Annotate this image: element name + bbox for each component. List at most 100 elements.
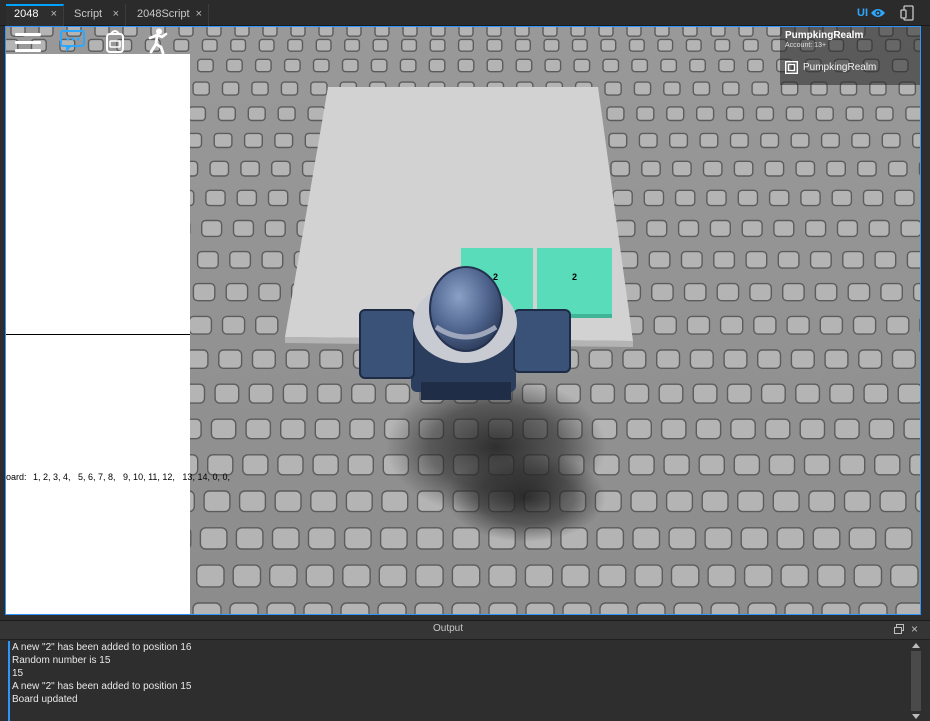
chat-icon[interactable] xyxy=(60,29,86,53)
baseplate-stud xyxy=(245,418,272,440)
baseplate-stud xyxy=(812,527,841,550)
baseplate-stud xyxy=(377,602,407,614)
backpack-icon[interactable] xyxy=(106,29,124,53)
baseplate-stud xyxy=(631,58,649,73)
baseplate-stud xyxy=(738,27,754,37)
device-emulator-icon[interactable] xyxy=(900,5,916,21)
tab-script[interactable]: Script × xyxy=(66,4,126,26)
baseplate-stud xyxy=(663,81,681,96)
close-icon[interactable]: × xyxy=(911,621,918,637)
baseplate-stud xyxy=(747,58,764,73)
baseplate-stud xyxy=(402,27,418,37)
baseplate-stud xyxy=(347,454,375,476)
baseplate-stud xyxy=(344,38,361,52)
baseplate-stud xyxy=(852,315,877,335)
baseplate-stud xyxy=(206,27,222,37)
baseplate-stud xyxy=(451,564,481,588)
baseplate-stud xyxy=(838,454,866,476)
baseplate-stud xyxy=(895,602,920,614)
baseplate-stud xyxy=(863,383,889,404)
scroll-up-arrow-icon[interactable] xyxy=(912,643,920,648)
baseplate-stud xyxy=(653,315,678,335)
baseplate-stud xyxy=(230,38,247,52)
baseplate-stud xyxy=(229,602,259,614)
baseplate-stud xyxy=(718,58,735,73)
baseplate-stud xyxy=(312,454,339,476)
baseplate-stud xyxy=(604,81,622,96)
baseplate-stud xyxy=(280,81,299,96)
player-list-entry[interactable]: PumpkingRealm xyxy=(785,60,915,76)
baseplate-stud xyxy=(196,250,219,269)
baseplate-stud xyxy=(349,418,375,440)
ui-toggle-label[interactable]: UI xyxy=(857,6,868,20)
game-viewport[interactable]: 2 2 PumpkingRealm Account: 13+ PumpkingR… xyxy=(5,26,921,615)
baseplate-stud xyxy=(875,106,894,122)
baseplate-stud xyxy=(918,161,920,176)
baseplate-stud xyxy=(713,250,736,269)
baseplate-stud xyxy=(264,219,286,238)
eye-icon[interactable] xyxy=(870,7,886,19)
output-scrollbar[interactable] xyxy=(910,641,922,721)
tile xyxy=(537,248,612,318)
baseplate-stud xyxy=(210,418,237,440)
baseplate-stud xyxy=(372,38,389,52)
baseplate-stud xyxy=(251,349,276,369)
baseplate-stud xyxy=(608,132,628,149)
baseplate-stud xyxy=(843,490,871,513)
baseplate-stud xyxy=(657,38,674,52)
tab-close-icon[interactable]: × xyxy=(113,4,119,25)
baseplate-stud xyxy=(768,454,796,476)
menu-icon[interactable] xyxy=(15,31,41,53)
baseplate-stud xyxy=(674,189,696,207)
tab-close-icon[interactable]: × xyxy=(51,6,57,23)
tab-2048script[interactable]: 2048Script × xyxy=(129,4,209,26)
baseplate-stud xyxy=(429,38,446,52)
baseplate-stud xyxy=(685,38,702,52)
baseplate-stud xyxy=(314,418,341,440)
baseplate-stud xyxy=(122,27,138,37)
baseplate-stud xyxy=(602,58,620,73)
scroll-down-arrow-icon[interactable] xyxy=(912,714,920,719)
baseplate-stud xyxy=(722,81,740,96)
baseplate-stud xyxy=(283,58,301,73)
baseplate-stud xyxy=(726,383,752,404)
baseplate-stud xyxy=(341,58,359,73)
board-values: 1, 2, 3, 4, 5, 6, 7, 8, 9, 10, 11, 12, 1… xyxy=(33,472,230,482)
baseplate-stud xyxy=(225,282,249,302)
restore-window-icon[interactable] xyxy=(894,624,904,634)
tab-2048[interactable]: 2048 × xyxy=(6,4,64,26)
baseplate-stud xyxy=(668,527,697,550)
emote-icon[interactable] xyxy=(146,28,168,54)
log-line: Random number is 15 xyxy=(12,655,111,666)
baseplate-stud xyxy=(891,349,916,369)
baseplate-stud xyxy=(315,38,332,52)
baseplate-stud xyxy=(745,250,768,269)
baseplate-stud xyxy=(573,58,591,73)
baseplate-stud xyxy=(598,27,614,37)
baseplate-stud xyxy=(868,219,890,238)
baseplate-stud xyxy=(755,106,775,122)
baseplate-stud xyxy=(221,81,240,96)
baseplate-stud xyxy=(737,490,765,513)
baseplate-stud xyxy=(751,81,769,96)
baseplate-stud xyxy=(277,106,296,122)
baseplate-stud xyxy=(782,282,805,302)
baseplate-stud xyxy=(192,602,222,614)
scrollbar-thumb[interactable] xyxy=(911,651,921,711)
baseplate-stud xyxy=(312,58,330,73)
baseplate-stud xyxy=(800,189,821,207)
baseplate-stud xyxy=(646,219,668,238)
baseplate-stud xyxy=(486,38,503,52)
baseplate-stud xyxy=(374,27,390,37)
log-line: A new "2" has been added to position 16 xyxy=(12,642,192,653)
tab-close-icon[interactable]: × xyxy=(196,4,202,25)
baseplate-stud xyxy=(544,58,562,73)
baseplate-stud xyxy=(209,160,230,177)
baseplate-stud xyxy=(660,418,687,440)
baseplate-stud xyxy=(699,132,719,149)
baseplate-stud xyxy=(766,27,782,37)
baseplate-stud xyxy=(829,383,855,404)
baseplate-stud xyxy=(457,58,475,73)
baseplate-stud xyxy=(597,564,627,588)
baseplate-stud xyxy=(214,383,240,404)
